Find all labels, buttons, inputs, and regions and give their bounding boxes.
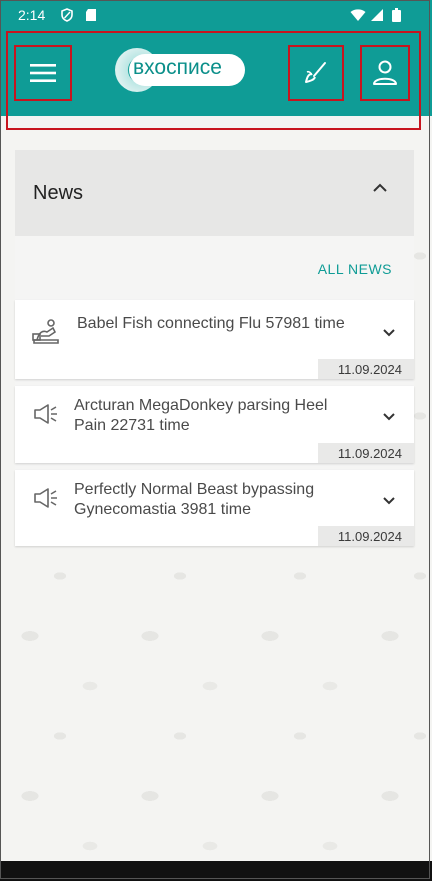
patient-bed-icon [32, 319, 59, 344]
signal-icon [371, 9, 383, 21]
status-time: 2:14 [18, 7, 46, 23]
news-item[interactable]: Babel Fish connecting Flu 57981 time 11.… [15, 300, 414, 379]
megaphone-icon [34, 488, 57, 508]
shield-status-icon [61, 8, 73, 22]
all-news-link[interactable]: ALL NEWS [318, 261, 392, 277]
highlight-brush-button [288, 45, 344, 101]
news-item[interactable]: Arcturan MegaDonkey parsing Heel Pain 22… [15, 386, 414, 463]
chevron-down-icon[interactable] [382, 328, 396, 338]
news-item-date: 11.09.2024 [317, 359, 414, 379]
megaphone-icon [34, 404, 57, 424]
news-item-date: 11.09.2024 [317, 443, 414, 463]
sd-card-status-icon [86, 9, 96, 21]
news-section-header[interactable]: News [15, 150, 414, 236]
chevron-up-icon[interactable] [372, 182, 388, 194]
news-item-text: Arcturan MegaDonkey parsing Heel Pain 22… [74, 397, 328, 434]
highlight-menu-button [14, 45, 72, 101]
status-bar: 2:14 [0, 0, 432, 32]
news-list: ALL NEWS Babel Fish connecting Flu 57981… [15, 236, 414, 546]
wifi-icon [350, 9, 366, 21]
highlight-profile-button [360, 45, 410, 101]
news-item-date: 11.09.2024 [317, 526, 414, 546]
news-title: News [33, 181, 84, 204]
news-item[interactable]: Perfectly Normal Beast bypassing Gynecom… [15, 470, 414, 546]
battery-icon [392, 8, 401, 22]
chevron-down-icon[interactable] [382, 496, 396, 506]
chevron-down-icon[interactable] [382, 412, 396, 422]
news-item-text: Babel Fish connecting Flu 57981 time [77, 315, 345, 332]
news-item-text: Perfectly Normal Beast bypassing Gynecom… [74, 481, 315, 518]
system-navigation-bar [0, 861, 432, 881]
